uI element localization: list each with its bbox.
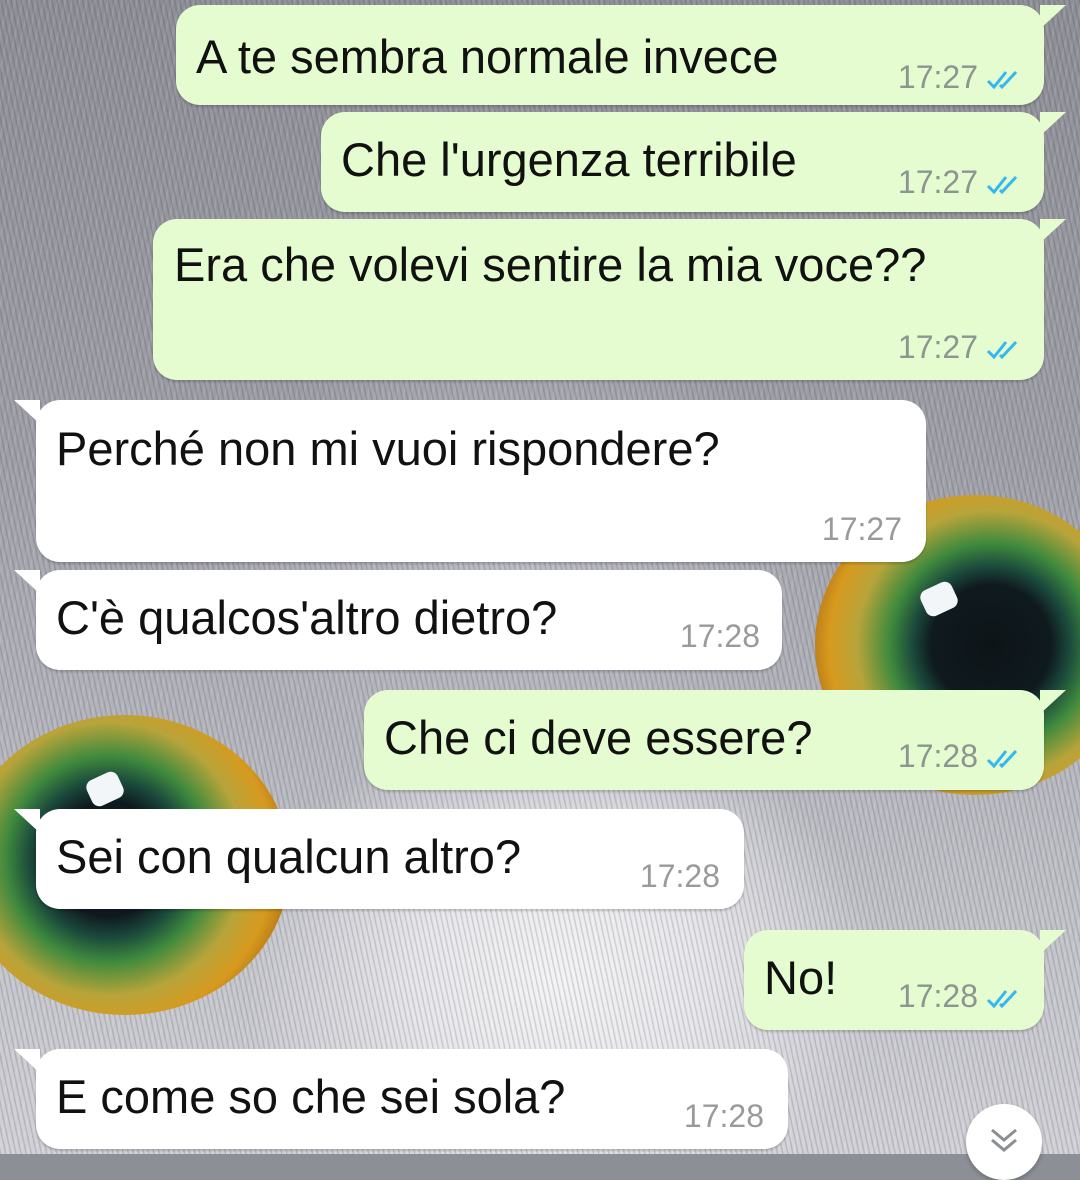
message-bubble-incoming[interactable]: C'è qualcos'altro dietro? 17:28 [14, 570, 782, 670]
scroll-to-bottom-button[interactable] [966, 1104, 1042, 1180]
message-meta: 17:27 [898, 59, 1022, 95]
bubble-tail [1040, 930, 1066, 954]
message-time: 17:28 [639, 858, 720, 894]
bubble-tail [14, 570, 40, 594]
double-check-icon [986, 989, 1018, 1008]
double-check-icon [986, 340, 1018, 359]
message-bubble-incoming[interactable]: Perché non mi vuoi rispondere? 17:27 [14, 400, 926, 562]
double-check-icon [986, 70, 1018, 89]
bubble-tail [1040, 690, 1066, 714]
message-bubble-outgoing[interactable]: Era che volevi sentire la mia voce?? 17:… [153, 219, 1066, 380]
message-time: 17:28 [683, 1098, 764, 1134]
double-chevron-down-icon [991, 1128, 1017, 1152]
message-meta: 17:28 [898, 738, 1022, 774]
message-meta: 17:27 [898, 164, 1022, 200]
message-meta: 17:28 [684, 1098, 764, 1134]
message-text: A te sembra normale invece [196, 30, 779, 83]
message-meta: 17:27 [898, 329, 1022, 365]
message-meta: 17:28 [680, 618, 760, 654]
message-time: 17:27 [897, 164, 978, 200]
message-text: Sei con qualcun altro? [56, 830, 522, 883]
message-text: Che l'urgenza terribile [341, 133, 797, 186]
message-time: 17:27 [897, 59, 978, 95]
message-time: 17:27 [897, 329, 978, 365]
bubble-tail [14, 400, 40, 424]
message-text: Perché non mi vuoi rispondere? [56, 422, 720, 475]
message-bubble-outgoing[interactable]: A te sembra normale invece 17:27 [176, 5, 1066, 105]
message-time: 17:28 [897, 978, 978, 1014]
message-meta: 17:28 [640, 858, 720, 894]
double-check-icon [986, 749, 1018, 768]
message-bubble-outgoing[interactable]: Che ci deve essere? 17:28 [364, 690, 1066, 790]
message-text: No! [764, 951, 838, 1004]
message-text: E come so che sei sola? [56, 1070, 566, 1123]
message-bubble-incoming[interactable]: E come so che sei sola? 17:28 [14, 1049, 788, 1149]
message-text: Che ci deve essere? [384, 711, 813, 764]
message-time: 17:28 [897, 738, 978, 774]
bubble-tail [1040, 112, 1066, 136]
bubble-tail [14, 1049, 40, 1073]
bubble-tail [14, 809, 40, 833]
message-bubble-outgoing[interactable]: Che l'urgenza terribile 17:27 [321, 112, 1066, 212]
bubble-tail [1040, 219, 1066, 243]
bubble-tail [1040, 5, 1066, 29]
message-text: Era che volevi sentire la mia voce?? [174, 238, 927, 291]
message-text: C'è qualcos'altro dietro? [56, 591, 558, 644]
message-time: 17:28 [679, 618, 760, 654]
double-check-icon [986, 175, 1018, 194]
message-bubble-incoming[interactable]: Sei con qualcun altro? 17:28 [14, 809, 744, 909]
message-meta: 17:27 [822, 511, 902, 547]
message-meta: 17:28 [898, 978, 1022, 1014]
message-time: 17:27 [821, 511, 902, 547]
message-bubble-outgoing[interactable]: No! 17:28 [744, 930, 1066, 1030]
